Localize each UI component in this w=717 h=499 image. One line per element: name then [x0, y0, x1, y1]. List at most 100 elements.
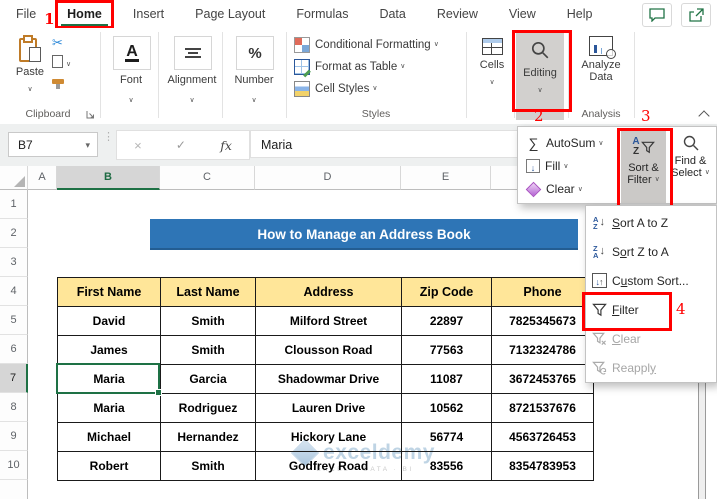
font-button[interactable]: A [113, 36, 151, 70]
cells-icon [481, 38, 503, 55]
analyze-data-button[interactable]: Analyze Data [572, 32, 630, 110]
vertical-scrollbar[interactable] [698, 378, 706, 499]
tab-data[interactable]: Data [377, 0, 407, 28]
column-header-b[interactable]: B [57, 166, 160, 190]
table-cell[interactable]: Hernandez [161, 423, 256, 452]
comments-button[interactable] [642, 3, 672, 27]
table-cell[interactable]: 8721537676 [492, 394, 594, 423]
table-cell[interactable]: Milford Street [256, 307, 402, 336]
table-cell[interactable]: 8354783953 [492, 452, 594, 481]
chevron-down-icon[interactable] [251, 89, 256, 106]
annotation-box-4 [582, 292, 672, 331]
menu-item-sort-z-to-a[interactable]: Z A ↓ Sort Z to A [586, 237, 716, 266]
insert-function-icon[interactable]: fx [220, 138, 232, 153]
column-header-a[interactable]: A [28, 166, 57, 190]
table-cell[interactable]: 4563726453 [492, 423, 594, 452]
tab-insert[interactable]: Insert [131, 0, 166, 28]
alignment-button[interactable] [174, 36, 212, 70]
row-header-5[interactable]: 5 [0, 306, 28, 335]
table-cell[interactable]: Godfrey Road [256, 452, 402, 481]
autosum-button[interactable]: ∑ AutoSum [526, 134, 603, 152]
column-header-c[interactable]: C [160, 166, 255, 190]
name-box[interactable]: B7 ▾ [8, 132, 98, 157]
cut-button[interactable]: ✂ [52, 36, 96, 49]
number-button[interactable]: % [236, 36, 274, 70]
row-header-9[interactable]: 9 [0, 422, 28, 451]
table-cell[interactable]: David [58, 307, 161, 336]
row-header-6[interactable]: 6 [0, 335, 28, 364]
tab-help[interactable]: Help [565, 0, 595, 28]
annotation-step-3: 3 [641, 107, 651, 125]
collapse-ribbon-icon[interactable] [698, 110, 710, 122]
table-cell[interactable]: James [58, 336, 161, 365]
tab-formulas[interactable]: Formulas [294, 0, 350, 28]
table-cell[interactable]: Smith [161, 452, 256, 481]
format-as-table-button[interactable]: Format as Table [294, 59, 405, 75]
paste-icon [19, 35, 41, 62]
table-cell[interactable]: 7132324786 [492, 336, 594, 365]
column-header-e[interactable]: E [401, 166, 491, 190]
table-cell[interactable]: Michael [58, 423, 161, 452]
table-cell[interactable]: 83556 [402, 452, 492, 481]
column-header-d[interactable]: D [255, 166, 401, 190]
table-cell[interactable]: Rodriguez [161, 394, 256, 423]
menu-item-filter[interactable]: Filter 4 [582, 292, 716, 331]
table-cell[interactable]: Shadowmar Drive [256, 365, 402, 394]
chevron-down-icon[interactable] [128, 89, 133, 106]
table-cell[interactable]: 56774 [402, 423, 492, 452]
format-painter-button[interactable] [52, 74, 96, 89]
cancel-icon[interactable]: × [134, 138, 142, 153]
table-cell[interactable]: 3672453765 [492, 365, 594, 394]
table-cell[interactable]: 77563 [402, 336, 492, 365]
table-cell[interactable]: 7825345673 [492, 307, 594, 336]
copy-button[interactable] [49, 52, 96, 68]
table-cell[interactable]: 11087 [402, 365, 492, 394]
format-painter-icon [52, 79, 64, 89]
clipboard-dialog-launcher-icon[interactable] [86, 110, 95, 119]
table-cell[interactable]: Smith [161, 336, 256, 365]
annotation-box-3 [617, 128, 673, 211]
tab-view[interactable]: View [507, 0, 538, 28]
row-header-7[interactable]: 7 [0, 364, 28, 393]
row-header-4[interactable]: 4 [0, 277, 28, 306]
table-cell[interactable]: 22897 [402, 307, 492, 336]
name-box-dropdown-icon[interactable]: ▾ [85, 133, 90, 158]
clear-button[interactable]: Clear [525, 180, 583, 198]
table-cell[interactable]: Smith [161, 307, 256, 336]
row-header-8[interactable]: 8 [0, 393, 28, 422]
menu-item-custom-sort[interactable]: ↓↑ Custom Sort... [586, 266, 716, 295]
cell-styles-button[interactable]: Cell Styles [294, 81, 377, 97]
menu-item-sort-a-to-z[interactable]: A Z ↓ Sort A to Z [586, 208, 716, 237]
conditional-formatting-icon [294, 37, 310, 53]
tab-file[interactable]: File [14, 0, 38, 28]
enter-icon[interactable]: ✓ [176, 138, 186, 152]
table-cell[interactable]: Garcia [161, 365, 256, 394]
styles-group-label: Styles [361, 108, 391, 120]
tab-page-layout[interactable]: Page Layout [193, 0, 267, 28]
row-header-3[interactable]: 3 [0, 248, 28, 277]
table-cell[interactable]: Clousson Road [256, 336, 402, 365]
row-header-10[interactable]: 10 [0, 451, 28, 480]
paste-button[interactable]: Paste [10, 34, 50, 104]
sort-filter-button[interactable]: AZ Sort & Filter [617, 128, 673, 211]
row-header-2[interactable]: 2 [0, 219, 28, 248]
sheet-title-banner: How to Manage an Address Book [150, 219, 578, 250]
tab-review[interactable]: Review [435, 0, 480, 28]
conditional-formatting-button[interactable]: Conditional Formatting [294, 37, 439, 53]
fill-button[interactable]: ↓ Fill [526, 157, 568, 175]
table-header: Last Name [161, 278, 256, 307]
cells-button[interactable]: Cells [470, 32, 514, 110]
menu-item-label: Clear [612, 331, 641, 346]
table-cell[interactable]: Hickory Lane [256, 423, 402, 452]
table-cell[interactable]: Maria [58, 394, 161, 423]
row-header-1[interactable]: 1 [0, 190, 28, 219]
table-cell[interactable]: Lauren Drive [256, 394, 402, 423]
chevron-down-icon[interactable] [189, 89, 194, 106]
share-button[interactable] [681, 3, 711, 27]
table-header: Address [256, 278, 402, 307]
table-cell[interactable]: 10562 [402, 394, 492, 423]
tab-home[interactable]: Home 1 [44, 0, 114, 29]
table-cell[interactable]: Robert [58, 452, 161, 481]
find-select-button[interactable]: Find & Select [668, 129, 713, 203]
select-all-button[interactable] [0, 166, 28, 190]
